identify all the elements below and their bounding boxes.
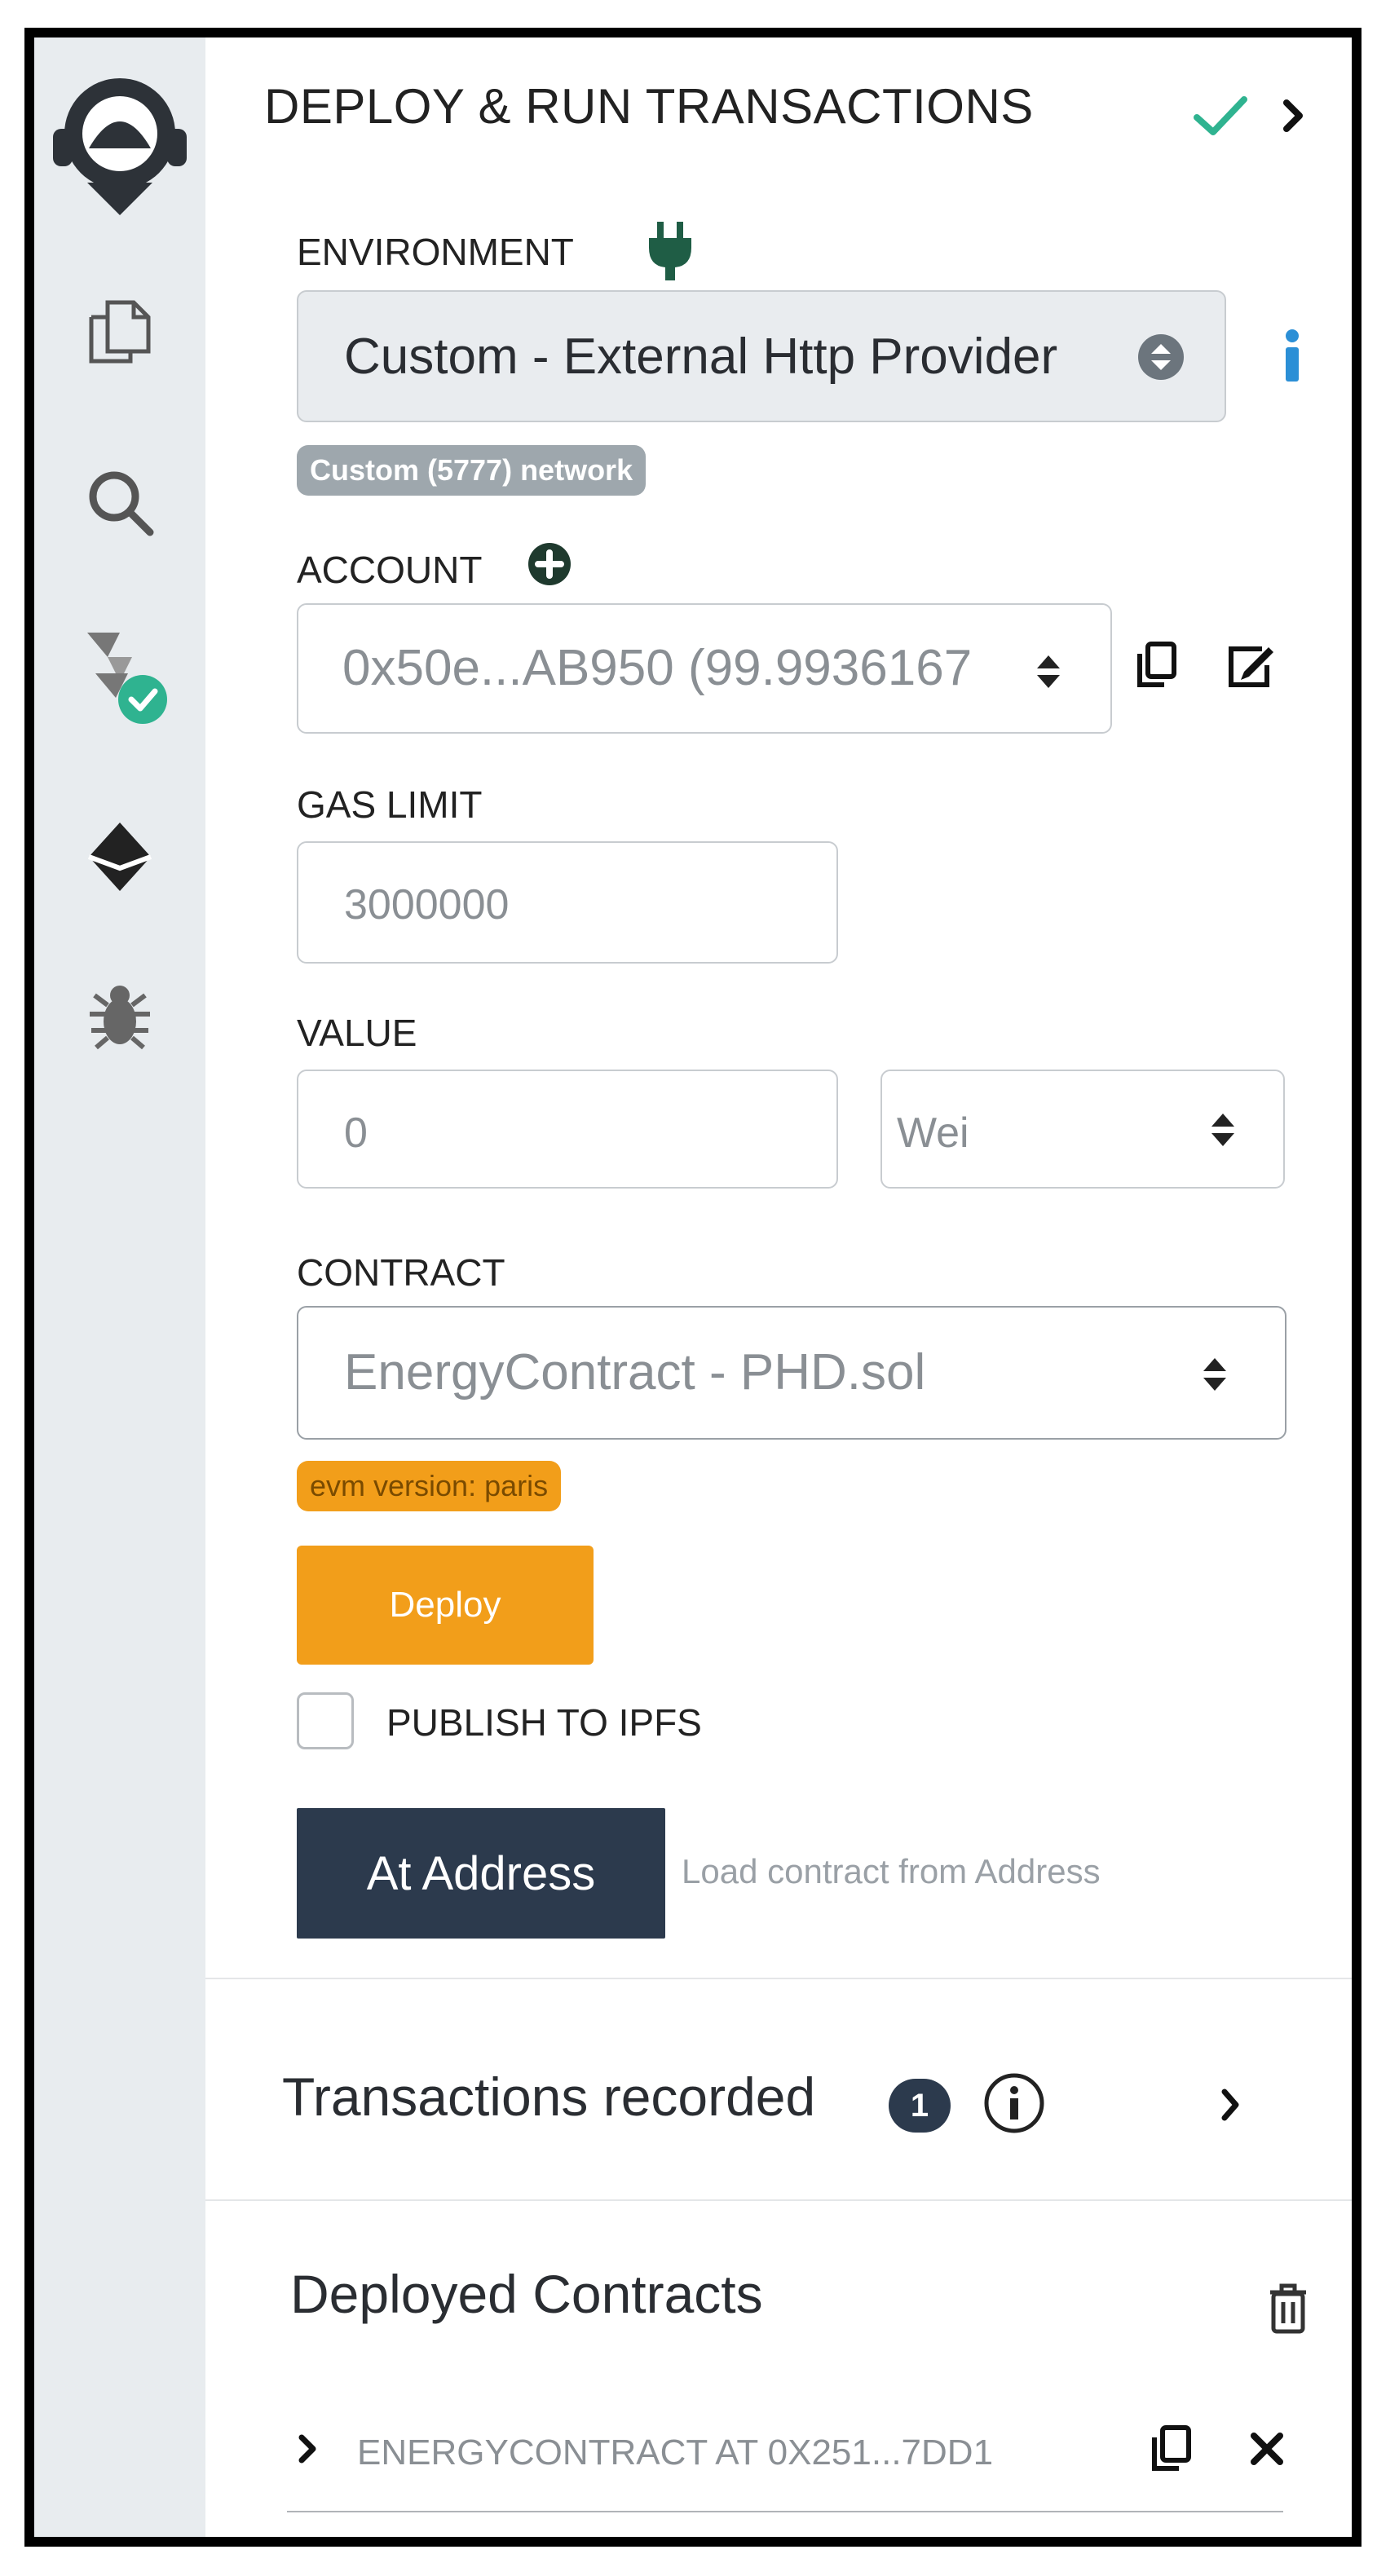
- contract-label: CONTRACT: [297, 1251, 505, 1294]
- debugger-icon[interactable]: [34, 975, 205, 1056]
- item-divider: [287, 2511, 1283, 2512]
- load-address-input[interactable]: Load contract from Address: [682, 1852, 1101, 1891]
- contract-value: EnergyContract - PHD.sol: [344, 1344, 926, 1400]
- environment-value: Custom - External Http Provider: [344, 329, 1058, 385]
- unit-value: Wei: [897, 1109, 969, 1157]
- remix-logo-icon[interactable]: [34, 70, 205, 225]
- deployed-contract-item[interactable]: ENERGYCONTRACT AT 0X251...7DD1: [297, 2411, 1286, 2490]
- sort-arrows-icon: [1032, 649, 1065, 699]
- publish-ipfs-checkbox[interactable]: [297, 1692, 354, 1749]
- select-arrows-icon: [1136, 333, 1185, 386]
- icon-sidebar: [34, 37, 205, 2537]
- account-label: ACCOUNT: [297, 549, 483, 591]
- gas-limit-value: 3000000: [344, 881, 510, 929]
- check-icon: [1192, 93, 1249, 143]
- trash-icon[interactable]: [1265, 2283, 1311, 2339]
- transactions-label: Transactions recorded: [282, 2067, 816, 2127]
- search-icon[interactable]: [34, 461, 205, 543]
- value-label: VALUE: [297, 1012, 417, 1054]
- chevron-right-icon[interactable]: [1280, 96, 1306, 139]
- evm-version-badge: evm version: paris: [297, 1461, 562, 1511]
- transactions-count-badge: 1: [889, 2079, 951, 2133]
- publish-ipfs-label: PUBLISH TO IPFS: [386, 1701, 702, 1744]
- gas-limit-label: GAS LIMIT: [297, 783, 483, 826]
- at-address-button[interactable]: At Address: [297, 1808, 665, 1939]
- deployed-contract-name: ENERGYCONTRACT AT 0X251...7DD1: [357, 2433, 994, 2472]
- value-amount: 0: [344, 1109, 368, 1157]
- info-icon[interactable]: [1280, 328, 1304, 389]
- deploy-button[interactable]: Deploy: [297, 1546, 594, 1665]
- gas-limit-input[interactable]: 3000000: [297, 841, 838, 964]
- close-icon[interactable]: [1249, 2431, 1285, 2471]
- contract-arrows-icon: [1198, 1352, 1231, 1401]
- divider: [205, 2199, 1352, 2201]
- file-explorer-icon[interactable]: [34, 290, 205, 372]
- plug-icon: [646, 218, 695, 288]
- network-badge: Custom (5777) network: [297, 445, 647, 496]
- environment-label: ENVIRONMENT: [297, 231, 574, 273]
- value-input[interactable]: 0: [297, 1070, 838, 1189]
- account-select[interactable]: 0x50e...AB950 (99.9936167: [297, 603, 1112, 734]
- panel-title: DEPLOY & RUN TRANSACTIONS: [264, 79, 1034, 134]
- deployed-contracts-label: Deployed Contracts: [290, 2264, 763, 2324]
- unit-select[interactable]: Wei: [880, 1070, 1285, 1189]
- expand-chevron-icon[interactable]: [297, 2433, 320, 2469]
- copy-address-icon[interactable]: [1148, 2424, 1194, 2477]
- account-value: 0x50e...AB950 (99.9936167: [342, 640, 973, 696]
- copy-account-icon[interactable]: [1133, 641, 1179, 694]
- app-frame: DEPLOY & RUN TRANSACTIONS ENVIRONMENT Cu…: [24, 28, 1361, 2547]
- transactions-info-icon[interactable]: [982, 2071, 1047, 2140]
- transactions-chevron-icon[interactable]: [1218, 2087, 1242, 2127]
- divider: [205, 1978, 1352, 1979]
- contract-select[interactable]: EnergyContract - PHD.sol: [297, 1306, 1286, 1440]
- environment-select[interactable]: Custom - External Http Provider: [297, 290, 1226, 422]
- deploy-run-icon[interactable]: [34, 812, 205, 902]
- solidity-compiler-icon[interactable]: [34, 616, 205, 739]
- add-account-icon[interactable]: [527, 541, 572, 591]
- edit-icon[interactable]: [1226, 642, 1277, 694]
- deploy-panel: DEPLOY & RUN TRANSACTIONS ENVIRONMENT Cu…: [205, 37, 1352, 2537]
- unit-arrows-icon: [1207, 1107, 1239, 1157]
